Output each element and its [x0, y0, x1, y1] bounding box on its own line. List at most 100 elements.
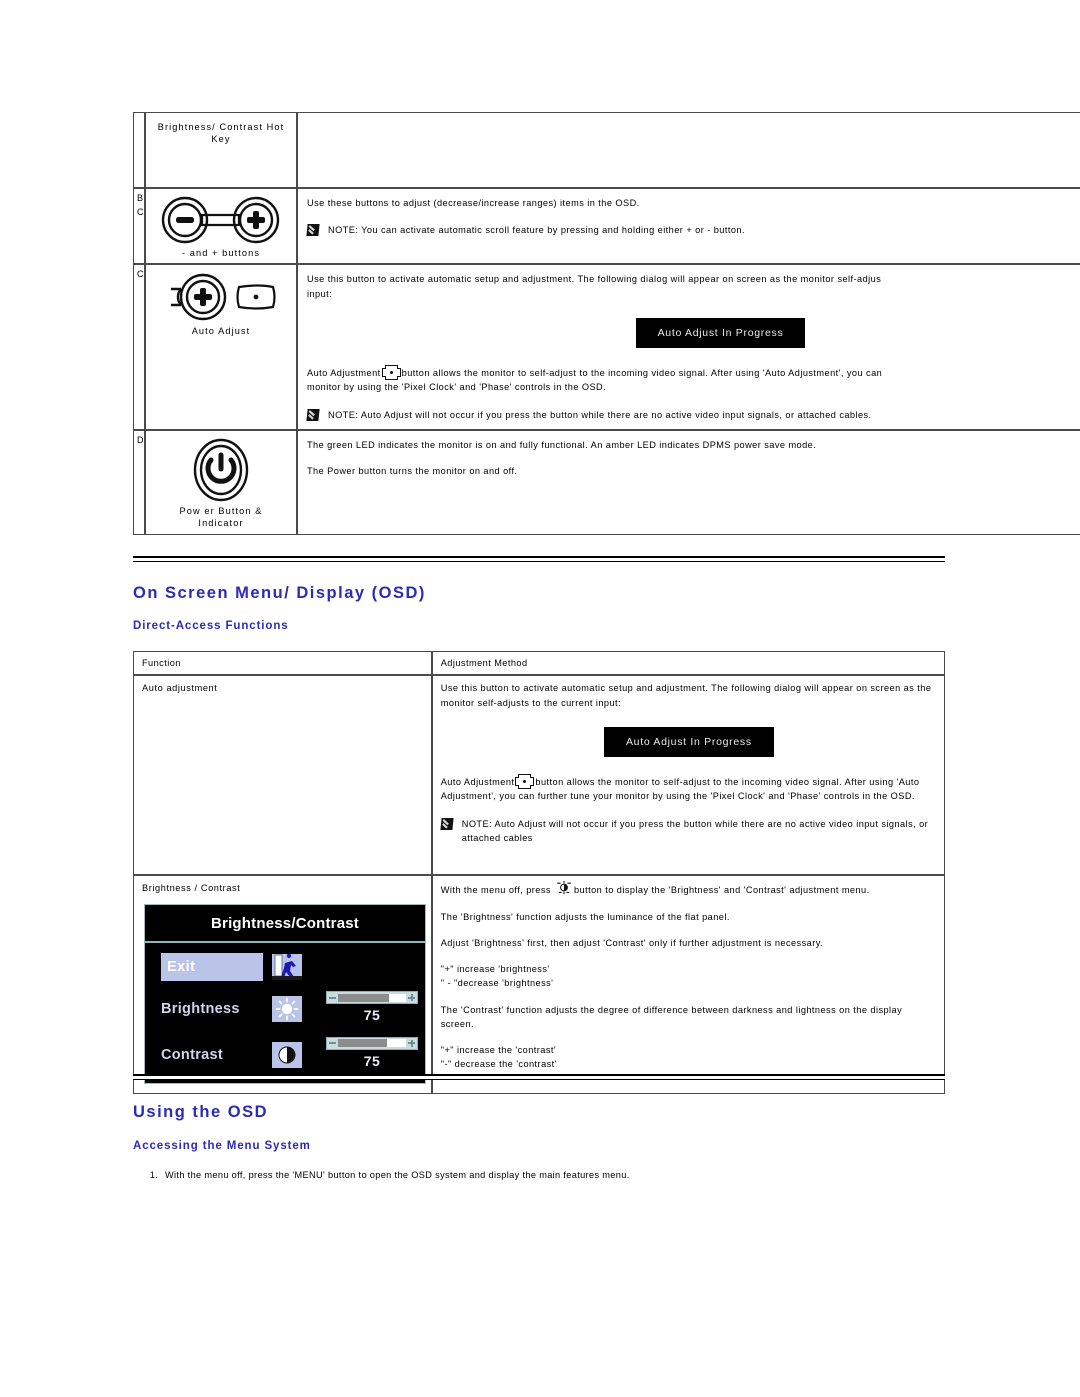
auto-adjust-p2: Auto Adjustment button allows the monitor…: [307, 365, 1080, 381]
auto-adjust-dialog-wrap-2: Auto Adjust In Progress: [441, 726, 937, 758]
row-id-cell: [133, 112, 145, 188]
minus-plus-caption: - and + buttons: [181, 248, 261, 258]
auto-adjust-p1: Use this button to activate automatic se…: [307, 274, 882, 285]
table-row: Auto adjustment Use this button to activ…: [133, 675, 945, 876]
slider-minus-icon[interactable]: [328, 993, 337, 1002]
slider-plus-icon[interactable]: [407, 993, 416, 1002]
osd-contrast-slider-wrap[interactable]: 75: [326, 1036, 418, 1073]
brightness-hotkey-inline-icon: [556, 881, 572, 896]
power-desc-cell: The green LED indicates the monitor is o…: [297, 429, 1080, 535]
note-pencil-icon: [440, 817, 454, 830]
osd-title: Brightness/Contrast: [145, 905, 425, 943]
page-title-using-osd: Using the OSD: [133, 1103, 269, 1121]
exit-door-icon: [272, 953, 302, 980]
bc-p1a: With the menu off, press: [440, 885, 551, 896]
monitor-controls-table: Brightness/ Contrast Hot Key BC - and + …: [133, 112, 1080, 535]
auto-adjust-caption: Auto Adjust: [191, 326, 251, 337]
minus-plus-icon-cell: - and + buttons: [145, 188, 297, 265]
brightness-sun-icon: [272, 996, 302, 1023]
power-desc-p2: The Power button turns the monitor on an…: [307, 466, 518, 477]
bc-p3: Adjust 'Brightness' first, then adjust '…: [440, 937, 824, 948]
table-header-row: Function Adjustment Method: [133, 651, 945, 676]
auto-adjust-inline-icon-2: [515, 774, 535, 790]
col-header-method: Adjustment Method: [431, 651, 945, 676]
auto-adjust-p2b: button allows the monitor to self-adjust…: [401, 368, 883, 379]
auto-adjust-p1b: input:: [307, 288, 333, 299]
auto-adjust-p2c: monitor by using the 'Pixel Clock' and '…: [307, 382, 607, 393]
osd-row-contrast[interactable]: Contrast 75: [145, 1036, 425, 1073]
bc-p1: With the menu off, press button to displ…: [441, 881, 937, 897]
power-icon-cell: Pow er Button & Indicator: [145, 429, 297, 535]
minus-plus-buttons-icon: [150, 195, 292, 245]
table-row: BC - and + buttons Use these buttons to …: [133, 188, 1080, 265]
function-cell-brightness-contrast: Brightness / Contrast Brightness/Contras…: [133, 875, 432, 1094]
bc-p5: The 'Contrast' function adjusts the degr…: [440, 1004, 903, 1029]
auto-adjust-inline-icon: [381, 365, 401, 381]
osd-brightness-value: 75: [363, 1007, 381, 1024]
slider-track[interactable]: [338, 993, 406, 1002]
accessing-menu-steps: With the menu off, press the 'MENU' butt…: [133, 1168, 961, 1183]
osd-row-exit[interactable]: Exit: [145, 952, 425, 982]
osd-contrast-value: 75: [363, 1052, 381, 1069]
table-row: D Pow er Button & Indicator The green LED…: [133, 429, 1080, 535]
power-button-icon: [150, 437, 292, 503]
table-row: C Auto Adjust Use this button to activat…: [133, 264, 1080, 430]
note-pencil-icon: [306, 224, 320, 237]
slider-track[interactable]: [338, 1039, 406, 1048]
note-pencil-icon: [306, 408, 320, 421]
auto-adjust-dialog-wrap: Auto Adjust In Progress: [307, 317, 1080, 349]
osd-contrast-label: Contrast: [161, 1046, 224, 1063]
table-row: Brightness/ Contrast Hot Key: [133, 112, 1080, 188]
table-row: Brightness / Contrast Brightness/Contras…: [133, 875, 945, 1094]
auto-adjust-icon-cell: Auto Adjust: [145, 264, 297, 430]
section-divider-2: [133, 1074, 945, 1080]
bc-p6a: "+" increase the 'contrast': [440, 1045, 557, 1055]
auto-adjustment-p2: Auto Adjustment button allows the monitor…: [441, 774, 937, 804]
subheading-accessing-menu: Accessing the Menu System: [133, 1140, 311, 1152]
list-item: With the menu off, press the 'MENU' butt…: [161, 1168, 961, 1183]
osd-row-brightness[interactable]: Brightness 75: [145, 991, 425, 1027]
section-divider-1: [133, 556, 945, 562]
auto-adjust-p2a: Auto Adjustment: [307, 368, 381, 379]
slider-fill: [338, 1039, 387, 1048]
auto-adjustment-p2a: Auto Adjustment: [440, 777, 515, 788]
bc-p1b: button to display the 'Brightness' and '…: [573, 885, 870, 896]
row-id-cell-d: D: [133, 429, 145, 535]
note-block: NOTE: You can activate automatic scroll …: [306, 223, 1080, 237]
subheading-direct-access: Direct-Access Functions: [133, 620, 289, 632]
auto-adjustment-p1: Use this button to activate automatic se…: [440, 683, 932, 708]
minus-plus-desc-cell: Use these buttons to adjust (decrease/in…: [297, 188, 1080, 265]
bc-p4a: "+" increase 'brightness': [440, 964, 550, 974]
page-title-osd: On Screen Menu/ Display (OSD): [133, 584, 426, 602]
bc-p2: The 'Brightness' function adjusts the lu…: [440, 911, 730, 922]
note-text: NOTE: Auto Adjust will not occur if you …: [328, 409, 872, 420]
power-desc-p1: The green LED indicates the monitor is o…: [307, 439, 817, 450]
function-cell-auto-adjustment: Auto adjustment: [133, 675, 432, 876]
row-id-cell-c: C: [133, 264, 145, 430]
note-text: NOTE: You can activate automatic scroll …: [328, 225, 745, 236]
osd-exit-label[interactable]: Exit: [161, 952, 263, 982]
col-header-function: Function: [133, 651, 432, 676]
auto-adjust-desc-cell: Use this button to activate automatic se…: [297, 264, 1080, 430]
function-label: Auto adjustment: [142, 683, 218, 694]
direct-access-table: Function Adjustment Method Auto adjustme…: [133, 651, 945, 1094]
osd-brightness-slider-wrap[interactable]: 75: [326, 991, 418, 1027]
bc-p6b: "-" decrease the 'contrast': [440, 1059, 557, 1070]
note-block: NOTE: Auto Adjust will not occur if you …: [440, 817, 937, 846]
hotkey-icon-cell: Brightness/ Contrast Hot Key: [145, 112, 297, 188]
hotkey-caption: Brightness/ Contrast Hot Key: [157, 122, 285, 145]
osd-contrast-slider[interactable]: [326, 1036, 418, 1050]
minus-plus-desc-text: Use these buttons to adjust (decrease/in…: [307, 198, 640, 208]
slider-plus-icon[interactable]: [407, 1039, 416, 1048]
power-caption: Pow er Button & Indicator: [179, 505, 263, 529]
auto-adjust-dialog: Auto Adjust In Progress: [635, 317, 806, 349]
method-cell-auto-adjustment: Use this button to activate automatic se…: [431, 675, 945, 876]
osd-brightness-slider[interactable]: [326, 991, 418, 1005]
slider-minus-icon[interactable]: [328, 1039, 337, 1048]
hotkey-desc-cell: [297, 112, 1080, 188]
note-block: NOTE: Auto Adjust will not occur if you …: [306, 408, 1080, 422]
method-cell-brightness-contrast: With the menu off, press button to displ…: [431, 875, 945, 1094]
contrast-half-circle-icon: [272, 1041, 302, 1068]
auto-adjust-dialog-2: Auto Adjust In Progress: [603, 726, 774, 758]
auto-adjust-button-icon: [150, 271, 292, 323]
